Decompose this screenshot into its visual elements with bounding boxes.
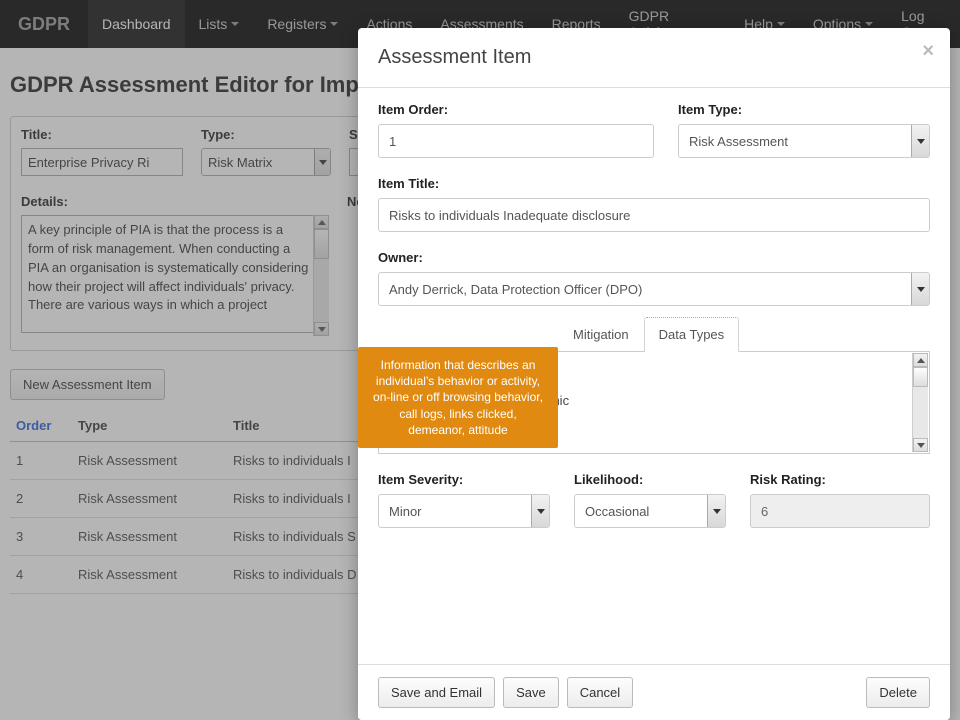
save-button[interactable]: Save — [503, 677, 559, 708]
modal-footer: Save and Email Save Cancel Delete — [358, 664, 950, 720]
scroll-down-icon[interactable] — [913, 438, 928, 452]
likelihood-select[interactable] — [574, 494, 726, 528]
item-order-input[interactable] — [378, 124, 654, 158]
modal-tabs: Mitigation Data Types — [558, 316, 930, 352]
scroll-up-icon[interactable] — [913, 353, 928, 367]
close-icon[interactable]: × — [922, 40, 934, 63]
chevron-down-icon[interactable] — [707, 495, 725, 527]
delete-button[interactable]: Delete — [866, 677, 930, 708]
owner-select[interactable] — [378, 272, 930, 306]
item-order-label: Item Order: — [378, 102, 654, 117]
tab-mitigation[interactable]: Mitigation — [558, 317, 644, 352]
chevron-down-icon[interactable] — [911, 273, 929, 305]
scrollbar[interactable] — [912, 353, 928, 452]
divider — [358, 87, 950, 88]
risk-rating-output — [750, 494, 930, 528]
severity-select[interactable] — [378, 494, 550, 528]
modal-title: Assessment Item — [378, 46, 930, 69]
likelihood-label: Likelihood: — [574, 472, 726, 487]
item-type-label: Item Type: — [678, 102, 930, 117]
severity-label: Item Severity: — [378, 472, 550, 487]
tab-data-types[interactable]: Data Types — [644, 317, 740, 352]
risk-rating-label: Risk Rating: — [750, 472, 930, 487]
scroll-thumb[interactable] — [913, 367, 928, 387]
chevron-down-icon[interactable] — [531, 495, 549, 527]
item-type-select[interactable] — [678, 124, 930, 158]
item-title-label: Item Title: — [378, 176, 930, 191]
save-and-email-button[interactable]: Save and Email — [378, 677, 495, 708]
cancel-button[interactable]: Cancel — [567, 677, 633, 708]
tooltip: Information that describes an individual… — [358, 347, 558, 448]
item-title-input[interactable] — [378, 198, 930, 232]
chevron-down-icon[interactable] — [911, 125, 929, 157]
owner-label: Owner: — [378, 250, 930, 265]
